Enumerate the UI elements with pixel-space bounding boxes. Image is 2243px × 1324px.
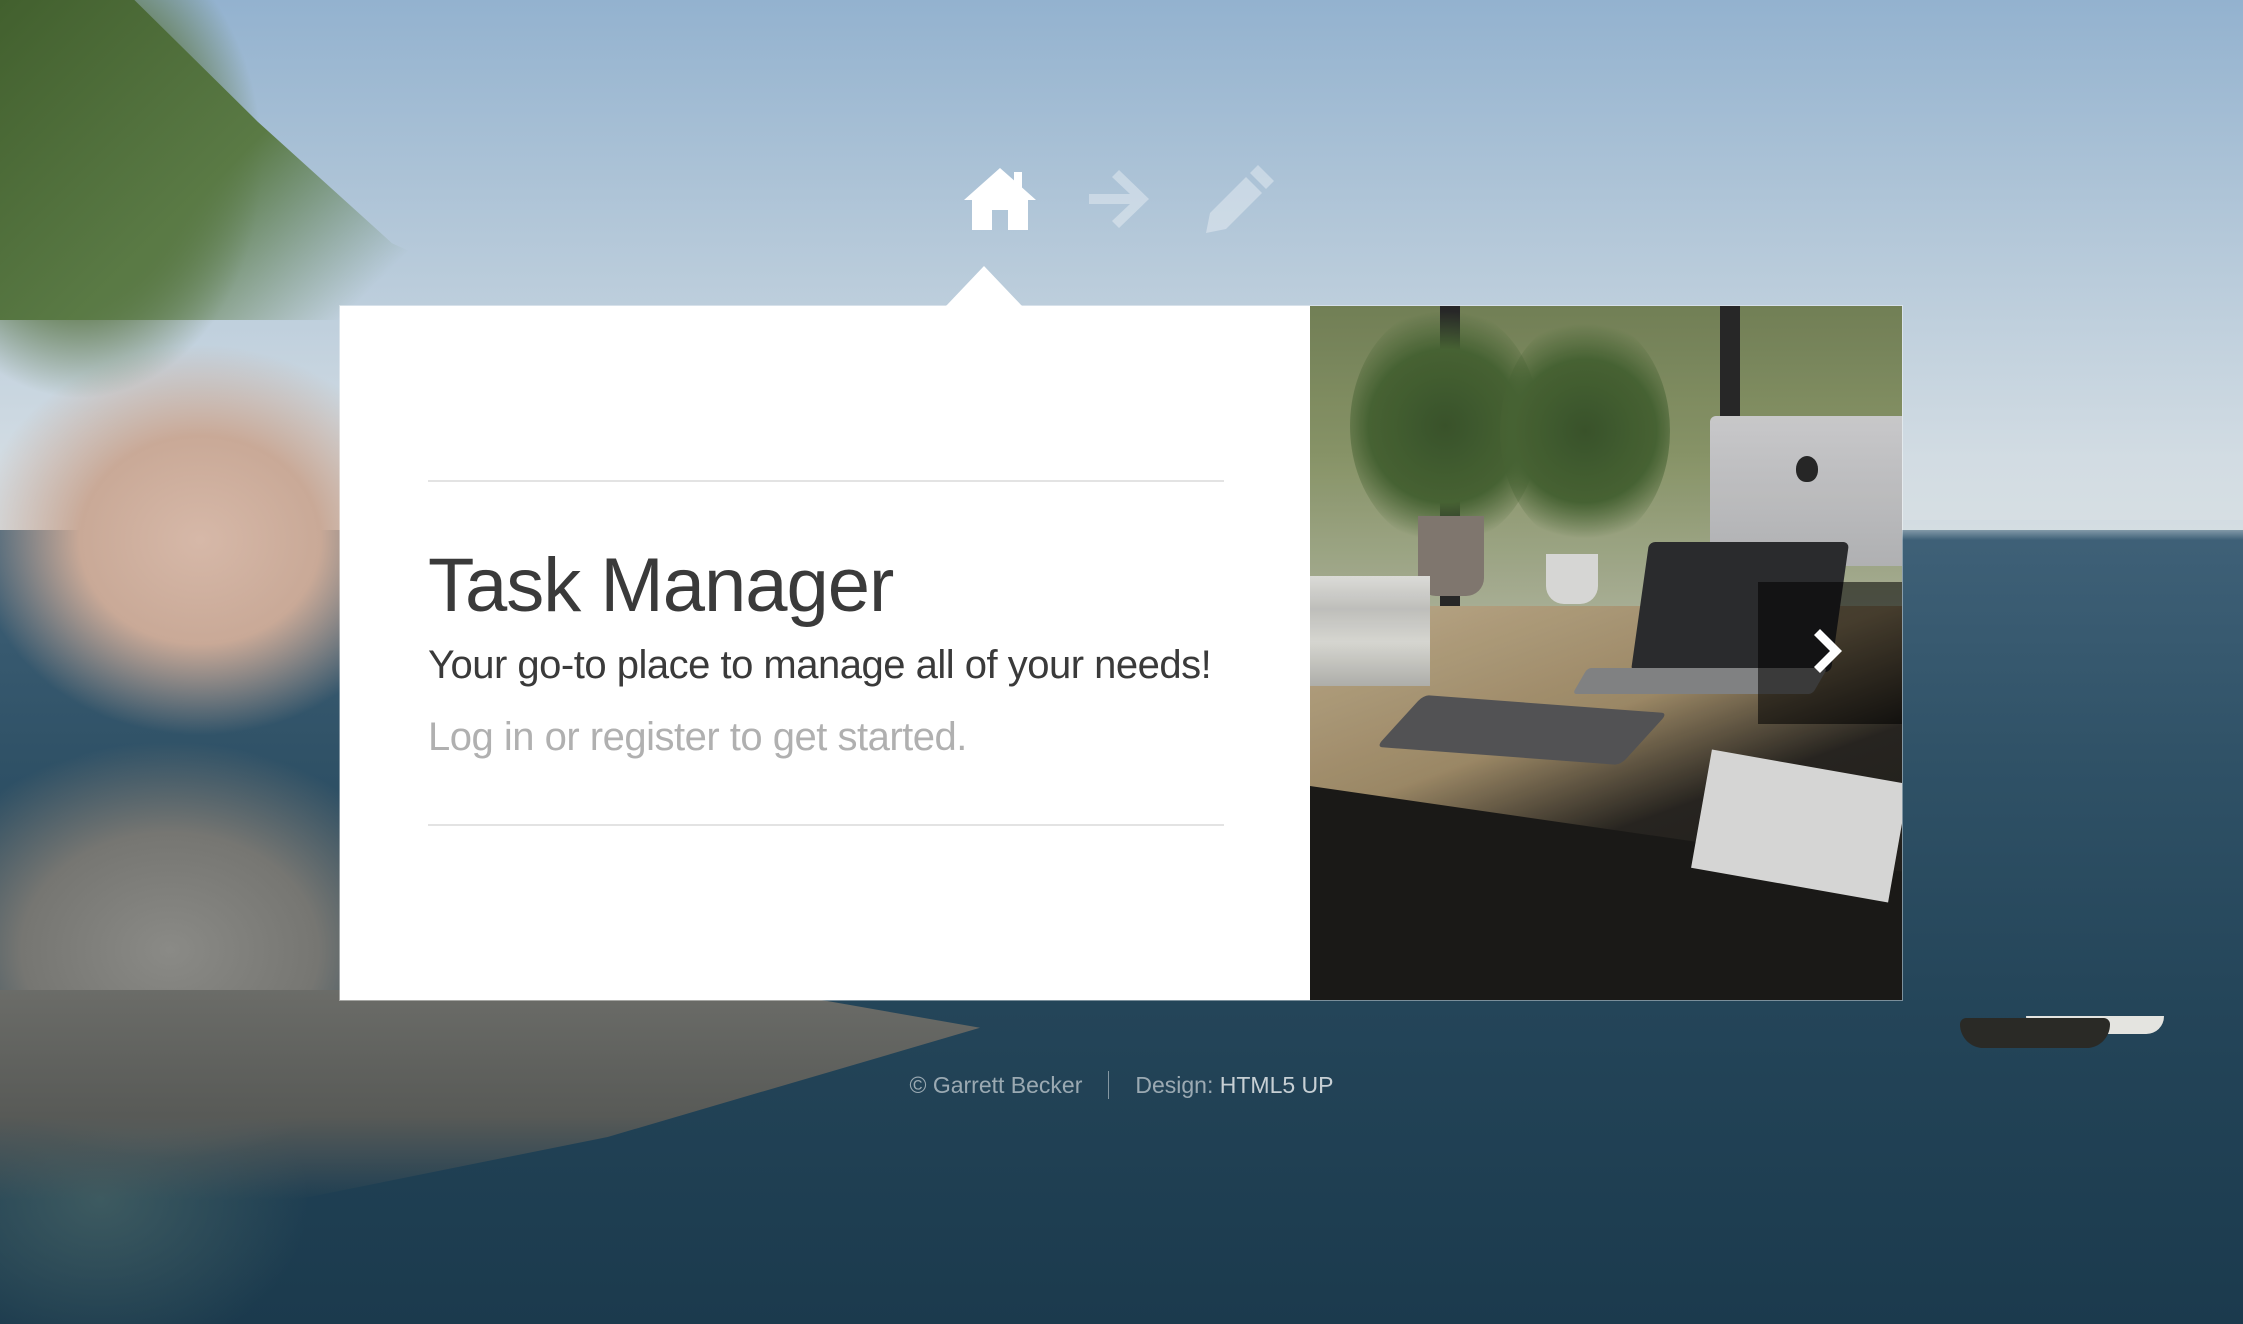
nav-item-edit[interactable] [1180,160,1300,238]
chevron-right-icon [1810,625,1850,682]
page-title: Task Manager [428,543,894,629]
footer: © Garrett Becker Design: HTML5 UP [0,1068,2243,1102]
background-boat [1960,1018,2110,1048]
divider-bottom [428,823,1224,826]
page-subtitle: Your go-to place to manage all of your n… [428,642,1212,687]
arrow-right-icon [1085,166,1155,232]
workspace-photo [1310,306,1902,1000]
pencil-icon [1202,161,1278,237]
footer-design-credit: Design: HTML5 UP [1109,1072,1333,1099]
nav-item-home[interactable] [940,160,1060,238]
intro-content: Task Manager Your go-to place to manage … [340,306,1310,1000]
divider-top [428,480,1224,483]
home-icon [960,164,1040,234]
nav-active-pointer [946,266,1022,306]
page-tagline: Log in or register to get started. [428,714,967,759]
footer-design-link[interactable]: HTML5 UP [1220,1072,1334,1098]
intro-panel: Task Manager Your go-to place to manage … [340,306,1902,1000]
nav-item-next[interactable] [1060,160,1180,238]
footer-copyright: © Garrett Becker [909,1071,1083,1098]
next-slide-button[interactable] [1758,582,1902,724]
footer-design-prefix: Design: [1135,1071,1220,1098]
main-nav [940,160,1300,238]
